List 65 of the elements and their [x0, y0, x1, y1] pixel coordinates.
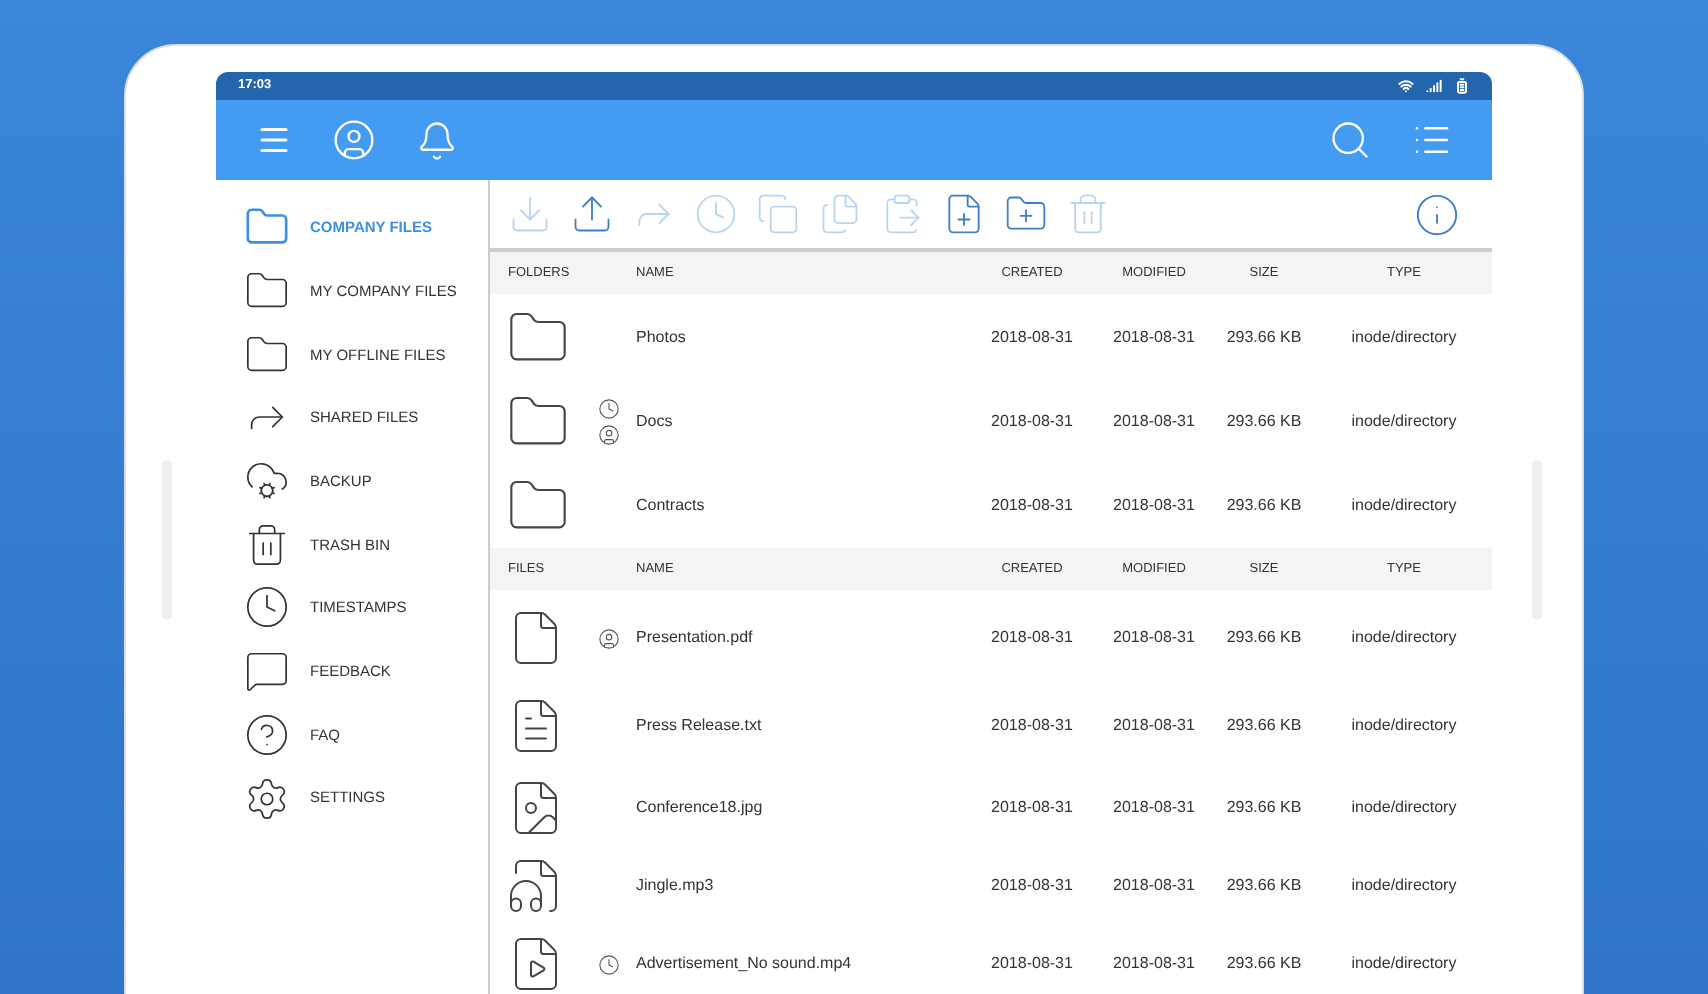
file-name[interactable]: Press Release.txt: [636, 714, 968, 738]
table-cell-text: 2018-08-31: [1111, 626, 1197, 650]
toolbar-button[interactable]: [570, 192, 614, 236]
search-icon[interactable]: [1328, 118, 1372, 162]
table-cell-text: 2018-08-31: [1111, 796, 1197, 820]
table-cell-text: inode/directory: [1349, 325, 1459, 349]
file-name[interactable]: Jingle.mp3: [636, 874, 968, 898]
table-cell-text: 293.66 KB: [1224, 494, 1304, 518]
files-icon: [818, 192, 862, 236]
clock-icon: [244, 584, 290, 631]
copy-icon: [756, 192, 800, 236]
table-cell-text: 2018-08-31: [1111, 952, 1197, 976]
download-icon: [508, 192, 552, 236]
paste-icon: [880, 192, 924, 236]
signal-icon: [1426, 78, 1442, 94]
table-cell-text: 293.66 KB: [1224, 796, 1304, 820]
wifi-icon: [1398, 78, 1414, 94]
file-name[interactable]: Photos: [636, 325, 968, 349]
trash-icon: [1066, 192, 1110, 236]
table-cell-text: inode/directory: [1349, 494, 1459, 518]
settings-icon: [244, 775, 290, 822]
file-plus-icon: [942, 192, 986, 236]
table-cell-text: 2018-08-31: [989, 494, 1075, 518]
table-cell-text: inode/directory: [1349, 874, 1459, 898]
table-cell-text: 2018-08-31: [1111, 494, 1197, 518]
table-cell-text: inode/directory: [1349, 714, 1459, 738]
table-cell-text: 2018-08-31: [1111, 410, 1197, 434]
table-cell-text: 2018-08-31: [989, 626, 1075, 650]
table-cell-text: 293.66 KB: [1224, 325, 1304, 349]
toolbar-button[interactable]: [1004, 192, 1048, 236]
help-icon: [244, 711, 290, 758]
table-cell-text: 293.66 KB: [1224, 714, 1304, 738]
table-cell-text: 2018-08-31: [989, 325, 1075, 349]
table-cell-text: inode/directory: [1349, 410, 1459, 434]
table-cell-text: inode/directory: [1349, 626, 1459, 650]
account-icon[interactable]: [332, 118, 376, 162]
folder-plus-icon: [1004, 192, 1048, 236]
battery-icon: [1454, 78, 1470, 94]
upload-icon: [570, 192, 614, 236]
file-name[interactable]: Docs: [636, 410, 968, 434]
table-cell-text: 293.66 KB: [1224, 874, 1304, 898]
table-cell-text: 2018-08-31: [1111, 714, 1197, 738]
table-cell-text: 2018-08-31: [1111, 325, 1197, 349]
toolbar-button[interactable]: [942, 192, 986, 236]
notification-bell-icon[interactable]: [416, 119, 458, 161]
table-cell-text: 2018-08-31: [1111, 874, 1197, 898]
table-cell-text: 2018-08-31: [989, 874, 1075, 898]
table-cell-text: 293.66 KB: [1224, 626, 1304, 650]
file-name[interactable]: Advertisement_No sound.mp4: [636, 952, 968, 976]
file-name[interactable]: Presentation.pdf: [636, 626, 968, 650]
file-name[interactable]: Contracts: [636, 494, 968, 518]
table-cell-text: inode/directory: [1349, 796, 1459, 820]
file-name[interactable]: Conference18.jpg: [636, 796, 968, 820]
table-cell-text: inode/directory: [1349, 952, 1459, 976]
table-cell-text: 2018-08-31: [989, 952, 1075, 976]
trash-icon: [244, 521, 290, 568]
menu-icon[interactable]: [256, 122, 292, 158]
table-cell-text: 293.66 KB: [1224, 410, 1304, 434]
speech-bubble-icon: [244, 648, 290, 695]
table-cell-text: 2018-08-31: [989, 796, 1075, 820]
table-cell-text: 293.66 KB: [1224, 952, 1304, 976]
table-cell-text: 2018-08-31: [989, 410, 1075, 434]
info-icon[interactable]: [1414, 191, 1460, 237]
clock-icon: [694, 192, 738, 236]
table-cell-text: 2018-08-31: [989, 714, 1075, 738]
